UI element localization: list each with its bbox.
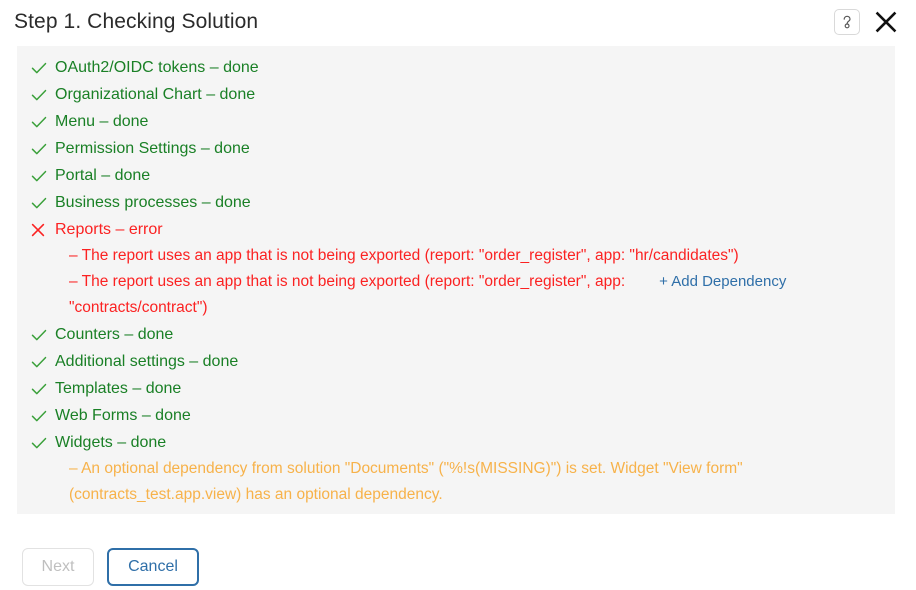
cancel-button[interactable]: Cancel xyxy=(107,548,199,586)
check-icon xyxy=(31,135,51,162)
question-mark-icon xyxy=(840,14,854,30)
checking-solution-dialog: Step 1. Checking Solution OAuth2/OIDC to… xyxy=(0,0,916,590)
result-row-label: Widgets – done xyxy=(55,434,167,451)
result-row-label: Web Forms – done xyxy=(55,407,191,424)
result-row-organizational-chart: Organizational Chart – done xyxy=(31,81,881,108)
error-detail-line-2-continued: "contracts/contract") xyxy=(69,299,208,316)
result-row-label: Counters – done xyxy=(55,326,174,343)
page-title: Step 1. Checking Solution xyxy=(14,10,259,33)
check-icon xyxy=(31,402,51,429)
result-row-label: Reports – error xyxy=(55,221,163,238)
check-icon xyxy=(31,162,51,189)
result-row-menu: Menu – done xyxy=(31,108,881,135)
result-row-counters: Counters – done xyxy=(31,321,881,348)
result-row-label: Menu – done xyxy=(55,113,149,130)
result-row-label: Additional settings – done xyxy=(55,353,239,370)
result-row-label: Business processes – done xyxy=(55,194,251,211)
check-icon xyxy=(31,321,51,348)
result-row-reports: Reports – error xyxy=(31,216,881,243)
warning-detail-line-2: (contracts_test.app.view) has an optiona… xyxy=(69,486,443,503)
result-row-label: OAuth2/OIDC tokens – done xyxy=(55,59,259,76)
error-detail-line-2-row: – The report uses an app that is not bei… xyxy=(31,269,881,295)
close-icon xyxy=(874,10,898,34)
result-row-additional-settings: Additional settings – done xyxy=(31,348,881,375)
result-row-label: Permission Settings – done xyxy=(55,140,250,157)
error-detail-line-1: – The report uses an app that is not bei… xyxy=(69,247,739,264)
result-row-oauth2-oidc-tokens: OAuth2/OIDC tokens – done xyxy=(31,54,881,81)
check-icon xyxy=(31,54,51,81)
result-row-templates: Templates – done xyxy=(31,375,881,402)
dialog-footer: Next Cancel xyxy=(22,548,199,586)
result-row-label: Portal – done xyxy=(55,167,151,184)
result-row-label: Templates – done xyxy=(55,380,182,397)
check-icon xyxy=(31,429,51,456)
result-row-portal: Portal – done xyxy=(31,162,881,189)
check-icon xyxy=(31,189,51,216)
header-actions xyxy=(834,8,900,36)
result-row-business-processes: Business processes – done xyxy=(31,189,881,216)
check-icon xyxy=(31,375,51,402)
check-results-panel: OAuth2/OIDC tokens – done Organizational… xyxy=(17,46,895,514)
result-row-web-forms: Web Forms – done xyxy=(31,402,881,429)
check-icon xyxy=(31,81,51,108)
result-row-permission-settings: Permission Settings – done xyxy=(31,135,881,162)
help-button[interactable] xyxy=(834,9,860,35)
warning-detail-line-1: – An optional dependency from solution "… xyxy=(69,460,743,477)
error-detail-line-2: – The report uses an app that is not bei… xyxy=(69,273,626,290)
next-button[interactable]: Next xyxy=(22,548,94,586)
close-button[interactable] xyxy=(872,8,900,36)
cross-icon xyxy=(31,216,51,243)
check-icon xyxy=(31,348,51,375)
add-dependency-link[interactable]: + Add Dependency xyxy=(659,273,786,290)
check-icon xyxy=(31,108,51,135)
dialog-header: Step 1. Checking Solution xyxy=(0,0,916,44)
result-row-widgets: Widgets – done xyxy=(31,429,881,456)
result-row-label: Organizational Chart – done xyxy=(55,86,256,103)
